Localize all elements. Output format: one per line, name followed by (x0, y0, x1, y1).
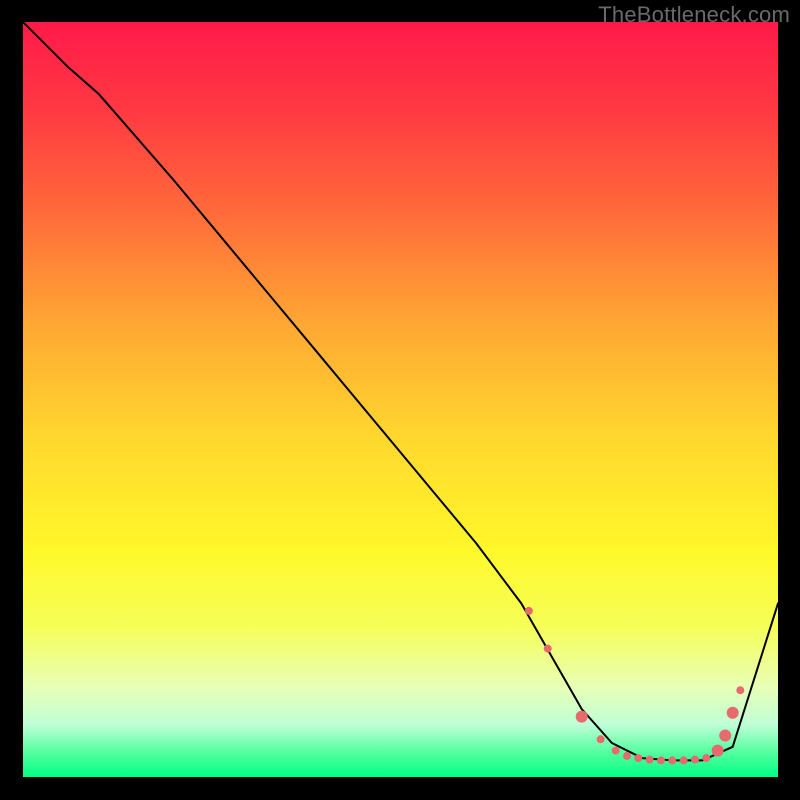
chart-area (23, 22, 778, 777)
chart-marker (597, 735, 605, 743)
chart-marker (634, 754, 642, 762)
chart-marker (576, 711, 588, 723)
chart-marker (668, 756, 676, 764)
chart-marker (727, 707, 739, 719)
chart-svg (23, 22, 778, 777)
chart-curve (23, 22, 778, 760)
chart-marker (623, 752, 631, 760)
chart-marker (612, 747, 620, 755)
chart-marker (691, 756, 699, 764)
chart-marker (702, 754, 710, 762)
chart-marker (736, 686, 744, 694)
chart-marker (525, 607, 533, 615)
chart-markers (525, 607, 744, 765)
chart-marker (646, 756, 654, 764)
chart-marker (712, 745, 724, 757)
chart-marker (657, 756, 665, 764)
chart-marker (544, 645, 552, 653)
chart-marker (719, 730, 731, 742)
chart-marker (680, 756, 688, 764)
